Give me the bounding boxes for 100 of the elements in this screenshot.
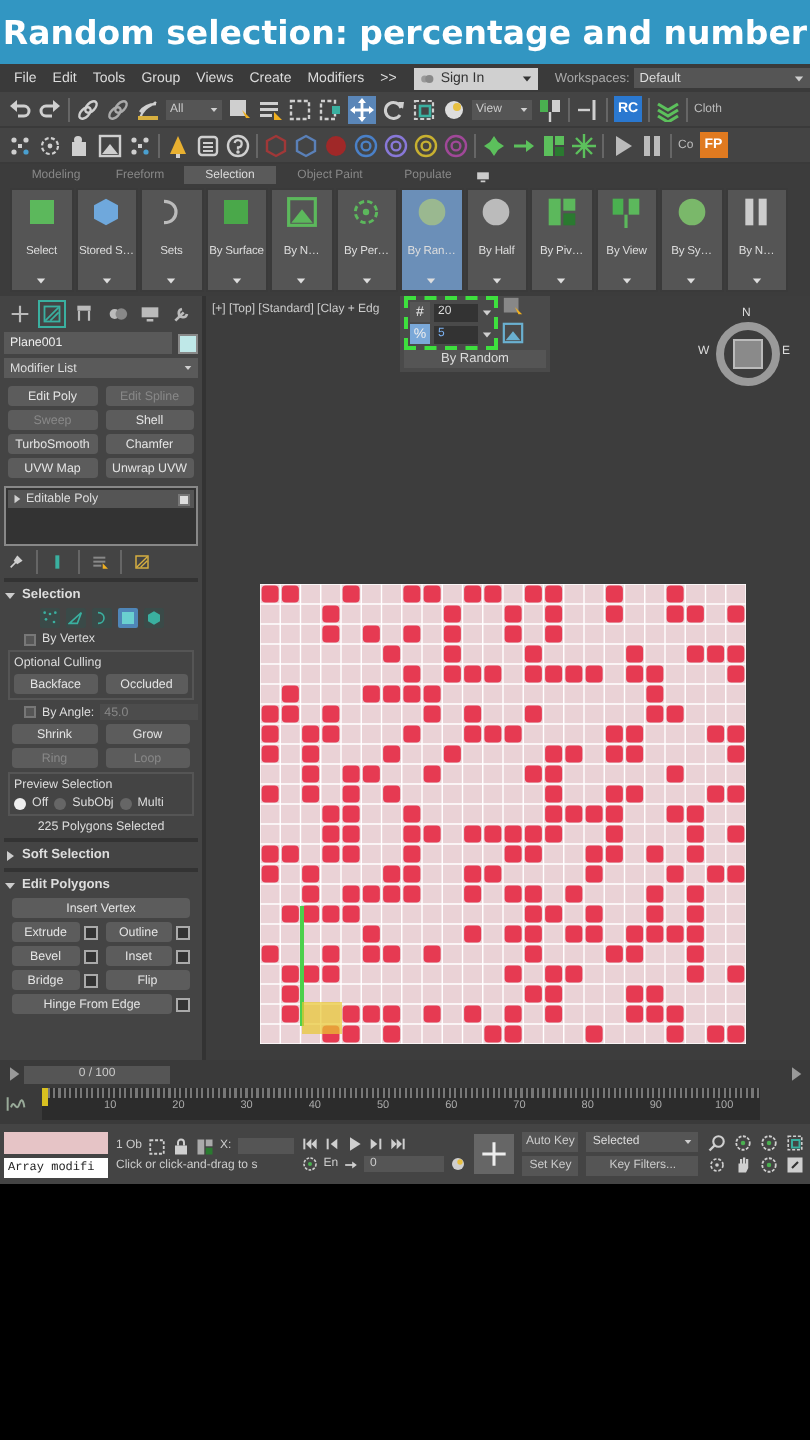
link-icon[interactable] xyxy=(106,97,130,121)
element-level-button[interactable] xyxy=(143,608,163,628)
zoom-icon[interactable] xyxy=(708,1134,726,1152)
color-swatch[interactable] xyxy=(178,333,198,353)
maximize-icon[interactable] xyxy=(786,1156,804,1174)
radio-button[interactable] xyxy=(54,797,67,809)
target-icon[interactable] xyxy=(38,133,62,157)
vertex-level-button[interactable] xyxy=(39,608,59,628)
select-object-icon[interactable] xyxy=(228,97,252,121)
border-icon xyxy=(93,610,109,626)
step-forward-icon[interactable] xyxy=(367,1136,384,1152)
collapse-icon[interactable] xyxy=(4,879,16,891)
spinner-icon[interactable] xyxy=(482,307,492,317)
sphere-icon[interactable] xyxy=(442,97,466,121)
plus-icon xyxy=(10,304,31,324)
grid-icon[interactable] xyxy=(196,1137,215,1155)
previous-icon[interactable] xyxy=(6,1066,22,1082)
help-icon[interactable] xyxy=(226,133,250,157)
sphere-icon xyxy=(675,196,708,228)
align-icon[interactable] xyxy=(576,97,600,121)
curve-icon[interactable] xyxy=(6,1094,26,1114)
border-level-button[interactable] xyxy=(91,608,111,628)
pin-icon[interactable] xyxy=(8,554,24,570)
hierarchy-icon xyxy=(74,304,95,324)
skip-back-icon[interactable] xyxy=(301,1136,318,1152)
list-icon[interactable] xyxy=(92,554,108,570)
collapse-icon[interactable] xyxy=(4,589,16,601)
ring-icon[interactable] xyxy=(384,133,408,157)
image-icon[interactable] xyxy=(502,322,524,344)
grid-icon[interactable] xyxy=(542,133,566,157)
ring-icon[interactable] xyxy=(414,133,438,157)
time-marker[interactable] xyxy=(42,1088,48,1106)
command-tab[interactable] xyxy=(38,300,67,328)
caret-icon xyxy=(166,276,177,286)
pivot-icon[interactable] xyxy=(538,97,562,121)
set-key-button[interactable] xyxy=(474,1134,515,1174)
time-config-icon[interactable] xyxy=(450,1156,467,1172)
image-icon[interactable] xyxy=(98,133,122,157)
caret-icon xyxy=(520,105,528,113)
scale-icon[interactable] xyxy=(412,97,436,121)
polygon-level-button[interactable] xyxy=(117,608,137,628)
rotate-icon[interactable] xyxy=(382,97,406,121)
square-icon xyxy=(25,196,58,228)
redo-icon[interactable] xyxy=(38,97,62,121)
nodes-icon[interactable] xyxy=(128,133,152,157)
caret-icon xyxy=(684,1138,693,1146)
settings-button[interactable] xyxy=(176,997,190,1011)
grid-icon[interactable] xyxy=(134,554,150,570)
move-icon[interactable] xyxy=(350,97,374,121)
pause-icon[interactable] xyxy=(640,133,664,157)
grid-icon xyxy=(545,196,578,228)
extents-icon[interactable] xyxy=(786,1134,804,1152)
caret-icon xyxy=(426,276,437,286)
play-icon[interactable] xyxy=(610,133,634,157)
orbit-icon[interactable] xyxy=(760,1156,778,1174)
play-icon[interactable] xyxy=(345,1136,362,1152)
circles-icon xyxy=(107,304,128,324)
nodes-icon[interactable] xyxy=(8,133,32,157)
step-back-icon[interactable] xyxy=(323,1136,340,1152)
ring-icon[interactable] xyxy=(354,133,378,157)
burst-icon[interactable] xyxy=(572,133,596,157)
caret-icon xyxy=(210,105,218,113)
window-icon[interactable] xyxy=(318,97,342,121)
panel-icon[interactable] xyxy=(196,133,220,157)
layers-icon[interactable] xyxy=(656,97,680,121)
spinner-icon[interactable] xyxy=(482,329,492,339)
radio-button[interactable] xyxy=(119,797,132,809)
viewcube-icon[interactable] xyxy=(710,316,786,392)
cube-icon[interactable] xyxy=(294,133,318,157)
wrench-icon xyxy=(171,304,192,324)
panels-icon xyxy=(610,196,643,228)
checkbox[interactable] xyxy=(24,706,36,718)
list-icon[interactable] xyxy=(258,97,282,121)
field-of-view-icon[interactable] xyxy=(708,1156,726,1174)
shape-icon[interactable] xyxy=(482,133,506,157)
caret-icon xyxy=(184,364,192,372)
hand-icon[interactable] xyxy=(734,1156,752,1174)
undo-icon[interactable] xyxy=(8,97,32,121)
stack-icon xyxy=(90,196,123,228)
polygon-icon xyxy=(119,610,135,626)
zoom-extents-icon[interactable] xyxy=(760,1134,778,1152)
skip-forward-icon[interactable] xyxy=(389,1136,406,1152)
region-icon[interactable] xyxy=(288,97,312,121)
caret-icon xyxy=(36,276,47,286)
expand-icon[interactable] xyxy=(4,849,16,861)
zoom-all-icon[interactable] xyxy=(734,1134,752,1152)
caret-icon xyxy=(296,276,307,286)
maxscript-listener[interactable] xyxy=(4,1131,108,1153)
region-icon[interactable] xyxy=(148,1137,167,1155)
caret-icon xyxy=(794,73,804,83)
checkbox[interactable] xyxy=(24,633,36,645)
edge-level-button[interactable] xyxy=(65,608,85,628)
link-icon[interactable] xyxy=(76,97,100,121)
cursor-icon[interactable] xyxy=(502,296,524,318)
radio-button[interactable] xyxy=(14,797,26,809)
next-icon[interactable] xyxy=(788,1066,804,1082)
lock-icon[interactable] xyxy=(172,1137,191,1155)
banner-title: Random selection: percentage and number xyxy=(2,13,808,51)
camera-icon[interactable] xyxy=(476,170,490,184)
arrow-icon[interactable] xyxy=(344,1157,359,1171)
